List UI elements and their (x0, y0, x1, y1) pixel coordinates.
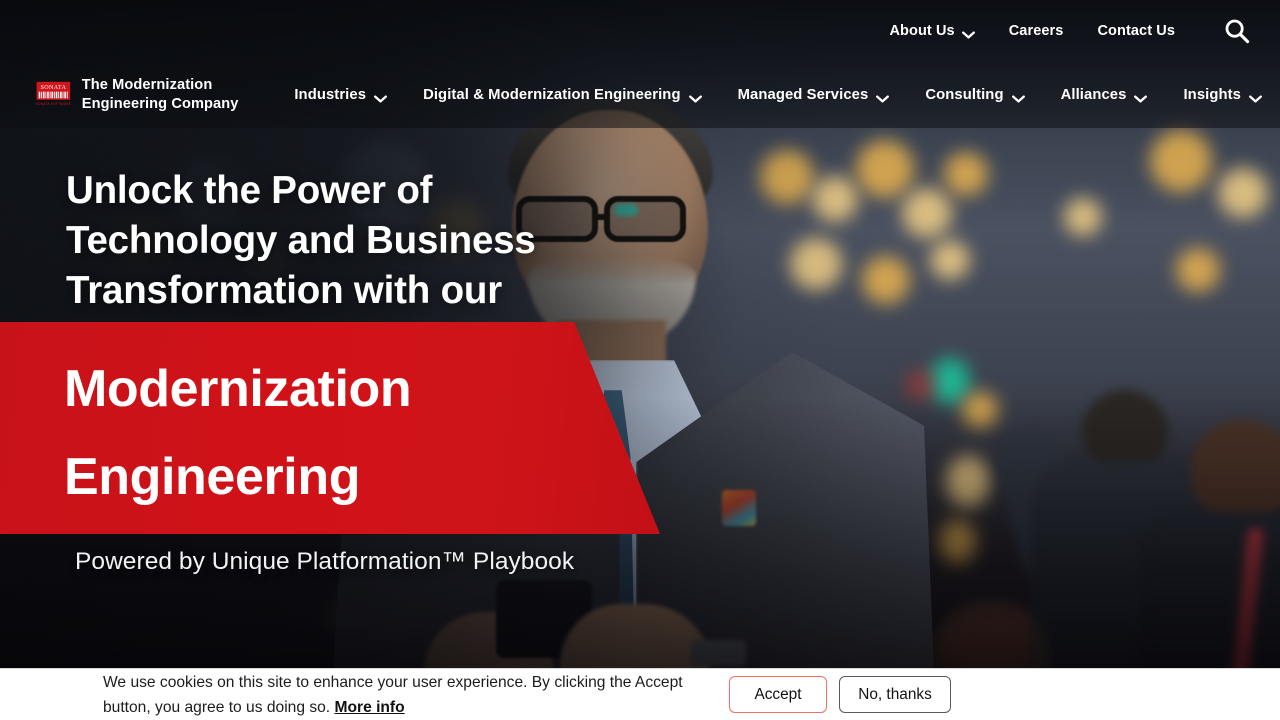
chevron-down-icon (1249, 91, 1262, 103)
nav-label: Consulting (925, 87, 1004, 103)
hero-highlight-text: Modernization Engineering (64, 345, 624, 521)
svg-text:SONATA SOFTWARE: SONATA SOFTWARE (36, 102, 71, 106)
hero-highlight-line-2: Engineering (64, 448, 361, 506)
nav-label: Insights (1183, 87, 1241, 103)
utility-nav-item-careers[interactable]: Careers (992, 23, 1081, 39)
cookie-banner-inner: We use cookies on this site to enhance y… (80, 669, 1200, 720)
svg-text:SONATA: SONATA (41, 85, 67, 91)
nav-item-industries[interactable]: Industries (276, 62, 405, 128)
hero-subline: Powered by Unique Platformation™ Playboo… (75, 548, 575, 575)
nav-item-alliances[interactable]: Alliances (1043, 62, 1166, 128)
nav-label: Managed Services (737, 87, 869, 103)
brand-logo-link[interactable]: SONATA SONATA SOFTWARE The Modernization… (0, 73, 256, 117)
nav-item-consulting[interactable]: Consulting (907, 62, 1042, 128)
utility-nav-label: About Us (889, 23, 955, 39)
cookie-banner-text: We use cookies on this site to enhance y… (103, 670, 703, 720)
chevron-down-icon (876, 91, 890, 103)
hero-highlight-line-1: Modernization (64, 360, 412, 418)
utility-nav-label: Contact Us (1097, 23, 1175, 39)
nav-label: Alliances (1060, 87, 1127, 103)
decline-cookies-button[interactable]: No, thanks (839, 675, 951, 714)
chevron-down-icon (1134, 91, 1148, 103)
more-info-link[interactable]: More info (334, 699, 404, 716)
nav-label: Digital & Modernization Engineering (423, 87, 681, 103)
nav-item-digital-modernization-engineering[interactable]: Digital & Modernization Engineering (405, 62, 720, 128)
utility-nav-item-contact-us[interactable]: Contact Us (1080, 23, 1192, 39)
brand-tagline: The Modernization Engineering Company (81, 77, 239, 112)
utility-nav-item-about-us[interactable]: About Us (872, 23, 991, 39)
hero-headline: Unlock the Power of Technology and Busin… (66, 169, 536, 312)
cookie-banner-buttons: Accept No, thanks (729, 675, 951, 714)
chevron-down-icon (374, 91, 388, 103)
utility-navigation: About Us Careers Contact Us (0, 0, 1280, 62)
cookie-consent-banner: We use cookies on this site to enhance y… (0, 668, 1280, 720)
site-header: About Us Careers Contact Us SONATA SONAT… (0, 0, 1280, 128)
accept-cookies-button[interactable]: Accept (729, 675, 827, 714)
chevron-down-icon (1011, 91, 1025, 103)
sonata-software-logo: SONATA SONATA SOFTWARE (36, 81, 71, 106)
nav-label: Industries (294, 87, 367, 103)
utility-nav-label: Careers (1008, 23, 1064, 39)
nav-item-managed-services[interactable]: Managed Services (720, 62, 908, 128)
nav-item-insights[interactable]: Insights (1165, 62, 1280, 128)
chevron-down-icon (688, 91, 702, 103)
primary-navigation-row: SONATA SONATA SOFTWARE The Modernization… (0, 62, 1280, 128)
search-icon[interactable] (1210, 4, 1264, 58)
chevron-down-icon (961, 27, 975, 39)
main-navigation: Industries Digital & Modernization Engin… (276, 62, 1280, 128)
